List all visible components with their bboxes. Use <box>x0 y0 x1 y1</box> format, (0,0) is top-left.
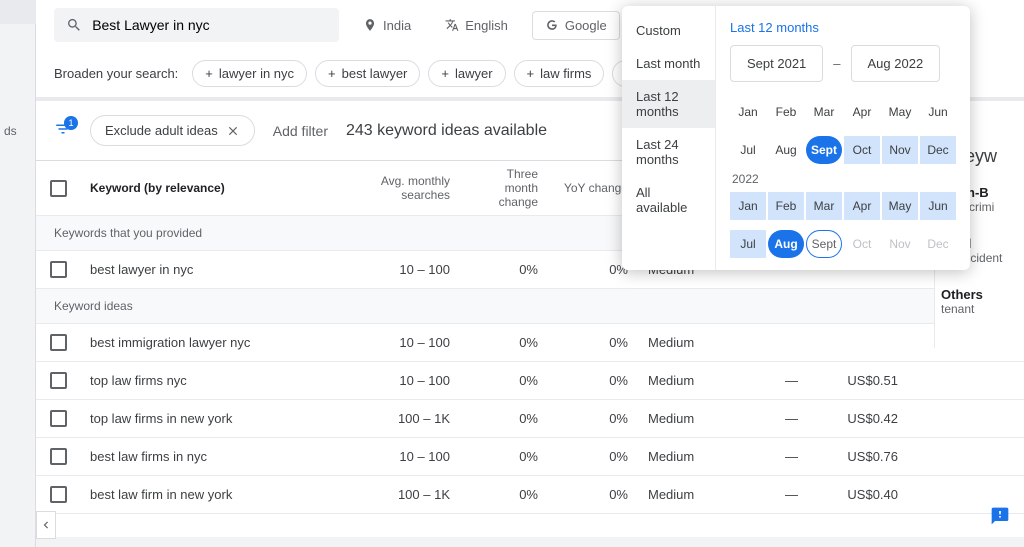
month-cell[interactable]: Apr <box>844 98 880 126</box>
month-cell[interactable]: Mar <box>806 98 842 126</box>
row-checkbox[interactable] <box>50 448 67 465</box>
month-cell: Oct <box>844 230 880 258</box>
month-cell[interactable]: May <box>882 192 918 220</box>
search-icon <box>66 16 82 34</box>
calendar-pane: Last 12 months Sept 2021 – Aug 2022 Jan … <box>716 6 970 270</box>
month-cell[interactable]: Aug <box>768 230 804 258</box>
broaden-pill[interactable]: +lawyer in nyc <box>192 60 307 87</box>
left-tab-2[interactable]: ds <box>0 120 36 142</box>
language-chip[interactable]: English <box>435 12 518 39</box>
month-cell: Nov <box>882 230 918 258</box>
exclude-label: Exclude adult ideas <box>105 123 218 138</box>
preset-last-12[interactable]: Last 12 months <box>622 80 715 128</box>
location-label: India <box>383 18 411 33</box>
row-checkbox[interactable] <box>50 261 67 278</box>
preset-last-month[interactable]: Last month <box>622 47 715 80</box>
feedback-icon <box>990 506 1010 526</box>
preset-all[interactable]: All available <box>622 176 715 224</box>
month-cell[interactable]: Jun <box>920 192 956 220</box>
close-icon[interactable] <box>226 124 240 138</box>
filter-funnel[interactable]: 1 <box>54 120 72 141</box>
horizontal-scrollbar[interactable] <box>36 537 1024 547</box>
to-box[interactable]: Aug 2022 <box>851 45 941 82</box>
chevron-left-icon <box>39 518 53 532</box>
month-cell[interactable]: Dec <box>920 136 956 164</box>
plus-icon: + <box>441 66 449 81</box>
filter-count-badge: 1 <box>64 116 78 130</box>
month-cell: Dec <box>920 230 956 258</box>
range-boxes: Sept 2021 – Aug 2022 <box>730 45 956 82</box>
broaden-label: Broaden your search: <box>54 66 178 81</box>
month-cell[interactable]: Mar <box>806 192 842 220</box>
broaden-pill[interactable]: +law firms <box>514 60 605 87</box>
table-row[interactable]: top law firms nyc 10 – 100 0% 0% Medium … <box>36 362 1024 400</box>
broaden-pill[interactable]: +lawyer <box>428 60 505 87</box>
from-box[interactable]: Sept 2021 <box>730 45 823 82</box>
search-input[interactable] <box>92 17 327 33</box>
left-nav-strip: ds <box>0 0 36 547</box>
month-cell[interactable]: Sept <box>806 136 842 164</box>
date-range-popover: Custom Last month Last 12 months Last 24… <box>622 6 970 270</box>
month-cell[interactable]: Jan <box>730 192 766 220</box>
refine-group[interactable]: Otherstenant <box>941 287 1018 316</box>
year-label: 2022 <box>732 172 956 186</box>
month-cell[interactable]: Feb <box>768 98 804 126</box>
preset-last-24[interactable]: Last 24 months <box>622 128 715 176</box>
translate-icon <box>445 18 459 32</box>
dash: – <box>833 56 840 71</box>
plus-icon: + <box>205 66 213 81</box>
plus-icon: + <box>527 66 535 81</box>
row-checkbox[interactable] <box>50 334 67 351</box>
preset-list: Custom Last month Last 12 months Last 24… <box>622 6 716 270</box>
table-row[interactable]: best law firm in new york 100 – 1K 0% 0%… <box>36 476 1024 514</box>
col-three-month[interactable]: Three month change <box>460 161 548 215</box>
year2-grid: Jan Feb Mar Apr May Jun Jul Aug Sept Oct… <box>730 192 956 258</box>
month-cell[interactable]: Sept <box>806 230 842 258</box>
row-checkbox[interactable] <box>50 410 67 427</box>
select-all-checkbox[interactable] <box>50 180 67 197</box>
range-label: Last 12 months <box>730 20 956 35</box>
month-cell[interactable]: Jul <box>730 136 766 164</box>
section-ideas: Keyword ideas <box>36 289 1024 324</box>
search-box[interactable] <box>54 8 339 42</box>
preset-custom[interactable]: Custom <box>622 14 715 47</box>
month-cell[interactable]: Feb <box>768 192 804 220</box>
scroll-left-button[interactable] <box>36 511 56 539</box>
location-icon <box>363 18 377 32</box>
google-icon <box>545 18 559 32</box>
left-tab-1[interactable] <box>0 0 36 24</box>
table-row[interactable]: best law firms in nyc 10 – 100 0% 0% Med… <box>36 438 1024 476</box>
year1-grid: Jan Feb Mar Apr May Jun Jul Aug Sept Oct… <box>730 98 956 164</box>
platform-chip[interactable]: Google <box>532 11 620 40</box>
plus-icon: + <box>328 66 336 81</box>
month-cell[interactable]: Jan <box>730 98 766 126</box>
month-cell[interactable]: Oct <box>844 136 880 164</box>
location-chip[interactable]: India <box>353 12 421 39</box>
col-avg[interactable]: Avg. monthly searches <box>320 168 460 208</box>
row-checkbox[interactable] <box>50 486 67 503</box>
ideas-count: 243 keyword ideas available <box>346 122 547 140</box>
month-cell[interactable]: May <box>882 98 918 126</box>
month-cell[interactable]: Jul <box>730 230 766 258</box>
feedback-button[interactable] <box>990 506 1010 529</box>
platform-label: Google <box>565 18 607 33</box>
month-cell[interactable]: Nov <box>882 136 918 164</box>
table-row[interactable]: top law firms in new york 100 – 1K 0% 0%… <box>36 400 1024 438</box>
col-keyword[interactable]: Keyword (by relevance) <box>80 175 320 201</box>
row-checkbox[interactable] <box>50 372 67 389</box>
exclude-adult-pill[interactable]: Exclude adult ideas <box>90 115 255 146</box>
table-row[interactable]: best immigration lawyer nyc 10 – 100 0% … <box>36 324 1024 362</box>
month-cell[interactable]: Apr <box>844 192 880 220</box>
month-cell[interactable]: Jun <box>920 98 956 126</box>
month-cell[interactable]: Aug <box>768 136 804 164</box>
add-filter[interactable]: Add filter <box>273 123 328 139</box>
broaden-pill[interactable]: +best lawyer <box>315 60 420 87</box>
language-label: English <box>465 18 508 33</box>
